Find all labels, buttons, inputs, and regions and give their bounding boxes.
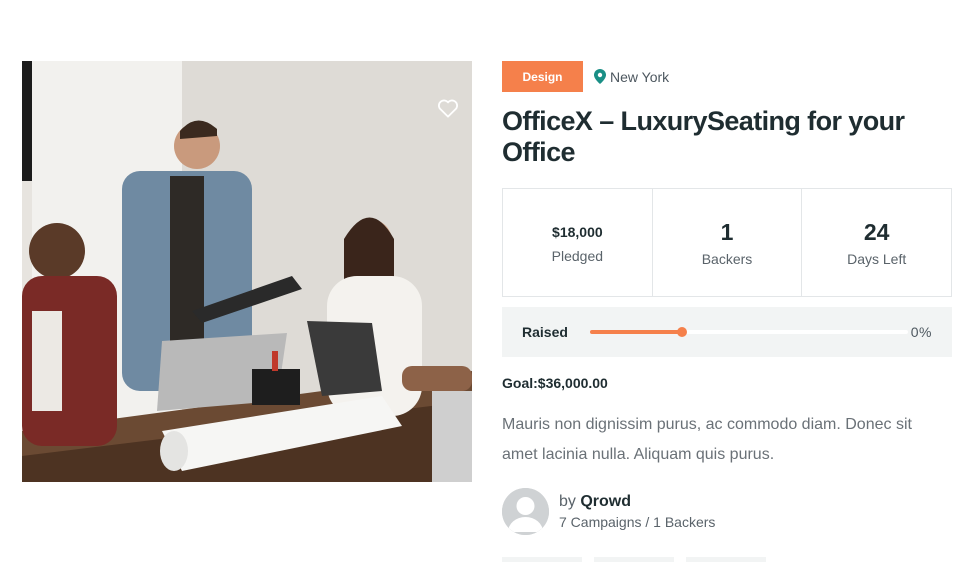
pledged-value: $18,000 (552, 223, 603, 240)
action-buttons-row (502, 557, 778, 562)
campaign-photo (22, 61, 472, 482)
campaign-details: Design New York OfficeX – LuxurySeating … (502, 61, 952, 562)
campaign-stats: $18,000 Pledged 1 Backers 24 Days Left (502, 188, 952, 297)
heart-outline-icon (437, 99, 459, 118)
location-label: New York (610, 68, 670, 85)
pledged-label: Pledged (551, 247, 604, 264)
raised-label: Raised (522, 324, 568, 340)
backers-value: 1 (720, 218, 734, 245)
stat-days-left: 24 Days Left (802, 189, 951, 296)
author-block: by Qrowd 7 Campaigns / 1 Backers (502, 488, 952, 535)
map-pin-icon (594, 69, 606, 84)
progress-fill (589, 330, 683, 334)
stat-backers: 1 Backers (653, 189, 803, 296)
days-left-label: Days Left (847, 250, 907, 267)
author-prefix: by (559, 493, 581, 510)
campaign-title[interactable]: OfficeX – LuxurySeating for your Office (502, 106, 922, 168)
location: New York (594, 69, 669, 85)
campaign-meta: Design New York (502, 61, 952, 92)
action-button[interactable] (686, 557, 766, 562)
raised-progress: Raised 0% (502, 307, 952, 357)
action-button[interactable] (594, 557, 674, 562)
progress-track (589, 327, 908, 337)
campaign-description: Mauris non dignissim purus, ac commodo d… (502, 416, 912, 463)
author-byline: by Qrowd (559, 493, 715, 511)
author-summary: 7 Campaigns / 1 Backers (559, 514, 716, 530)
favorite-button[interactable] (433, 93, 463, 123)
author-info: by Qrowd 7 Campaigns / 1 Backers (559, 493, 715, 530)
author-name-link[interactable]: Qrowd (580, 493, 631, 510)
raised-percent: 0% (910, 324, 932, 340)
user-avatar-icon[interactable] (502, 488, 549, 535)
campaign-image[interactable] (22, 61, 472, 482)
action-button[interactable] (502, 557, 582, 562)
backers-label: Backers (701, 250, 753, 267)
days-left-value: 24 (863, 218, 890, 245)
category-badge[interactable]: Design (502, 61, 583, 92)
progress-handle[interactable] (677, 327, 688, 337)
stat-pledged: $18,000 Pledged (503, 189, 653, 296)
goal-amount: Goal:$36,000.00 (502, 375, 608, 391)
